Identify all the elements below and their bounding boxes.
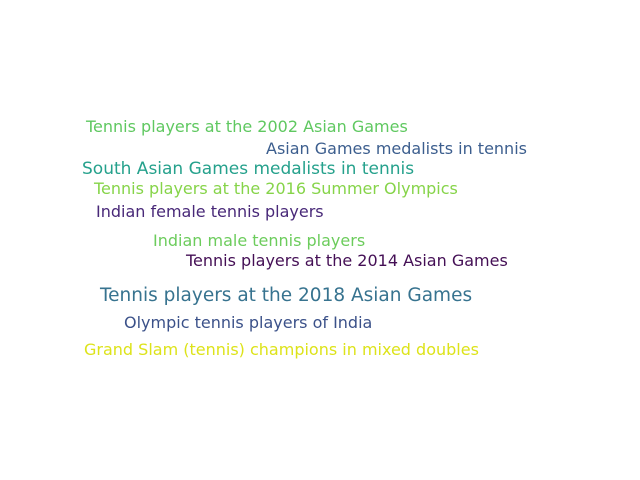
word-indian-male-tennis-players: Indian male tennis players <box>153 231 366 250</box>
word-tennis-players-2016-summer-olympics: Tennis players at the 2016 Summer Olympi… <box>94 179 458 198</box>
word-tennis-players-2018-asian-games: Tennis players at the 2018 Asian Games <box>100 285 473 306</box>
word-indian-female-tennis-players: Indian female tennis players <box>96 202 324 221</box>
word-tennis-players-2014-asian-games: Tennis players at the 2014 Asian Games <box>186 251 508 270</box>
word-olympic-tennis-players-india: Olympic tennis players of India <box>124 313 373 332</box>
word-south-asian-games-medalists-tennis: South Asian Games medalists in tennis <box>82 159 415 179</box>
word-grand-slam-mixed-doubles-champions: Grand Slam (tennis) champions in mixed d… <box>84 340 479 359</box>
word-tennis-players-2002-asian-games: Tennis players at the 2002 Asian Games <box>86 117 408 136</box>
word-asian-games-medalists-tennis: Asian Games medalists in tennis <box>266 139 527 158</box>
word-cloud: Tennis players at the 2002 Asian Games A… <box>0 0 640 480</box>
